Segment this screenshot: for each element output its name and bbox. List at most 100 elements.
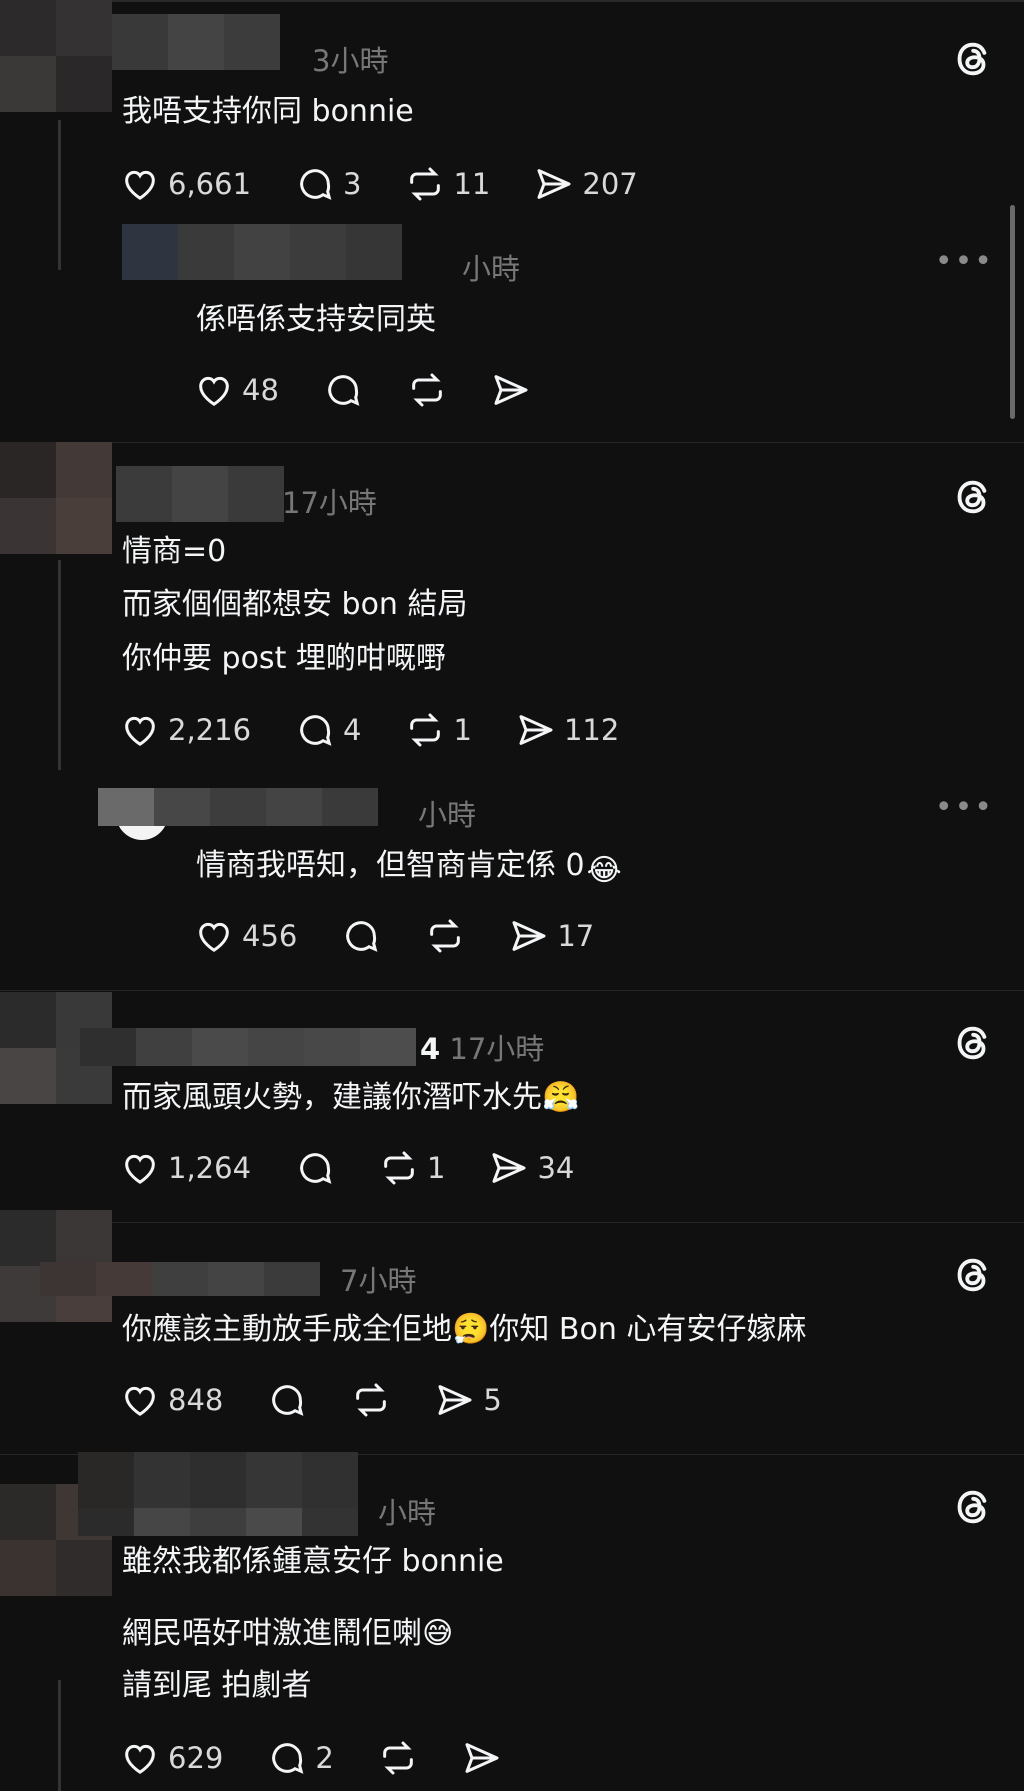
repost-icon [410,713,441,747]
post-text-line-2-content: 網民唔好咁激進鬧佢喇 [122,1616,422,1651]
comment-button[interactable] [267,1380,307,1420]
post-time: 小時 [378,1496,437,1530]
like-count: 6,661 [168,167,252,201]
like-button[interactable]: 6,661 [120,164,251,204]
comment-button[interactable]: 2 [267,1738,334,1778]
divider [0,442,1024,443]
like-button[interactable]: 1,264 [120,1148,251,1188]
top-border [0,0,1024,2]
divider [0,990,1024,991]
comment-count: 3 [343,167,362,201]
blurred-username [78,1452,374,1536]
reply-text: 係唔係支持安同英 [196,302,436,337]
share-count: 17 [557,919,595,953]
action-bar: 6,661 3 11 207 [120,162,682,206]
share-button[interactable]: 5 [435,1380,502,1420]
post-text: 你應該主動放手成全佢地😮‍💨你知 Bon 心有安仔嫁麻 [122,1310,806,1350]
comment-bubble-icon [300,715,332,746]
action-bar: 1,264 1 34 [120,1146,618,1190]
blurred-username [116,466,284,522]
send-icon [537,169,571,199]
repost-button[interactable]: 11 [405,164,490,204]
blurred-username [112,14,312,70]
blurred-reply-avatar [122,224,178,308]
reply-text: 情商我唔知，但智商肯定係 0😂 [196,846,624,891]
send-icon [438,1385,472,1415]
like-button[interactable]: 629 [120,1738,223,1778]
heart-icon [125,1386,155,1416]
repost-icon [382,1741,413,1775]
heart-icon [125,1154,155,1184]
like-button[interactable]: 2,216 [120,710,251,750]
repost-button[interactable] [378,1738,418,1778]
like-button[interactable]: 848 [120,1380,223,1420]
share-button[interactable]: 207 [534,164,638,204]
threads-logo-icon[interactable] [952,476,994,518]
like-button[interactable]: 456 [194,916,297,956]
action-bar: 629 2 [120,1736,546,1780]
threads-logo-icon[interactable] [952,1254,994,1296]
comment-button[interactable] [323,370,363,410]
post-handle-time: 4 17小時 [420,1026,544,1068]
repost-button[interactable] [407,370,447,410]
like-button[interactable]: 48 [194,370,279,410]
more-options-icon[interactable]: ••• [935,790,994,825]
share-count: 5 [483,1383,502,1417]
repost-count: 1 [453,713,472,747]
repost-icon [384,1151,414,1185]
threads-logo-icon[interactable] [952,1486,994,1528]
reply-time: 小時 [462,252,521,286]
repost-button[interactable]: 1 [405,710,472,750]
repost-button[interactable] [351,1380,391,1420]
send-icon [465,1743,499,1773]
comment-bubble-icon [272,1743,304,1774]
share-count: 112 [563,713,620,747]
repost-icon [410,167,441,201]
send-icon [492,1153,526,1183]
comment-button[interactable]: 4 [295,710,361,750]
send-icon [519,715,553,745]
post-text-after: 你知 Bon 心有安仔嫁麻 [489,1312,807,1347]
comment-button[interactable]: 3 [295,164,361,204]
post-text: 我唔支持你同 bonnie [122,94,414,129]
post-text-line-3: 你仲要 post 埋啲咁嘅嘢 [122,641,446,676]
like-count: 456 [242,919,298,953]
post-text-line-2: 網民唔好咁激進鬧佢喇😅 [122,1614,453,1654]
blurred-reply-username [98,788,412,826]
handle-suffix: 4 [420,1032,441,1066]
repost-button[interactable]: 1 [379,1148,445,1188]
thread-line [58,560,61,770]
post-text-line-1: 雖然我都係鍾意安仔 bonnie [122,1544,504,1579]
comment-button[interactable] [295,1148,335,1188]
comment-bubble-icon [346,921,378,952]
like-count: 2,216 [168,713,252,747]
repost-count: 1 [427,1151,446,1185]
share-button[interactable]: 34 [489,1148,574,1188]
post-time: 3小時 [312,44,389,78]
threads-logo-icon[interactable] [952,1022,994,1064]
share-count: 207 [582,167,638,201]
blurred-reply-username [178,224,454,280]
send-icon [512,921,546,951]
post-text-line-1: 情商=0 [122,534,227,569]
heart-icon [199,376,229,406]
action-bar: 848 5 [120,1378,546,1422]
share-button[interactable] [462,1738,502,1778]
comment-button[interactable] [341,916,381,956]
blurred-avatar [0,0,112,112]
action-bar: 2,216 4 1 112 [120,708,663,752]
comment-bubble-icon [328,375,360,406]
repost-count: 11 [453,167,491,201]
share-button[interactable]: 112 [516,710,619,750]
send-icon [494,375,528,405]
share-button[interactable] [491,370,531,410]
huffing-emoji: 😤 [542,1080,580,1115]
post-text-before: 你應該主動放手成全佢地 [122,1312,452,1347]
repost-button[interactable] [425,916,465,956]
comment-bubble-icon [300,1153,332,1184]
scrollbar[interactable] [1010,205,1015,419]
threads-logo-icon[interactable] [952,38,994,80]
share-button[interactable]: 17 [509,916,594,956]
comment-bubble-icon [272,1385,304,1416]
more-options-icon[interactable]: ••• [935,244,994,279]
